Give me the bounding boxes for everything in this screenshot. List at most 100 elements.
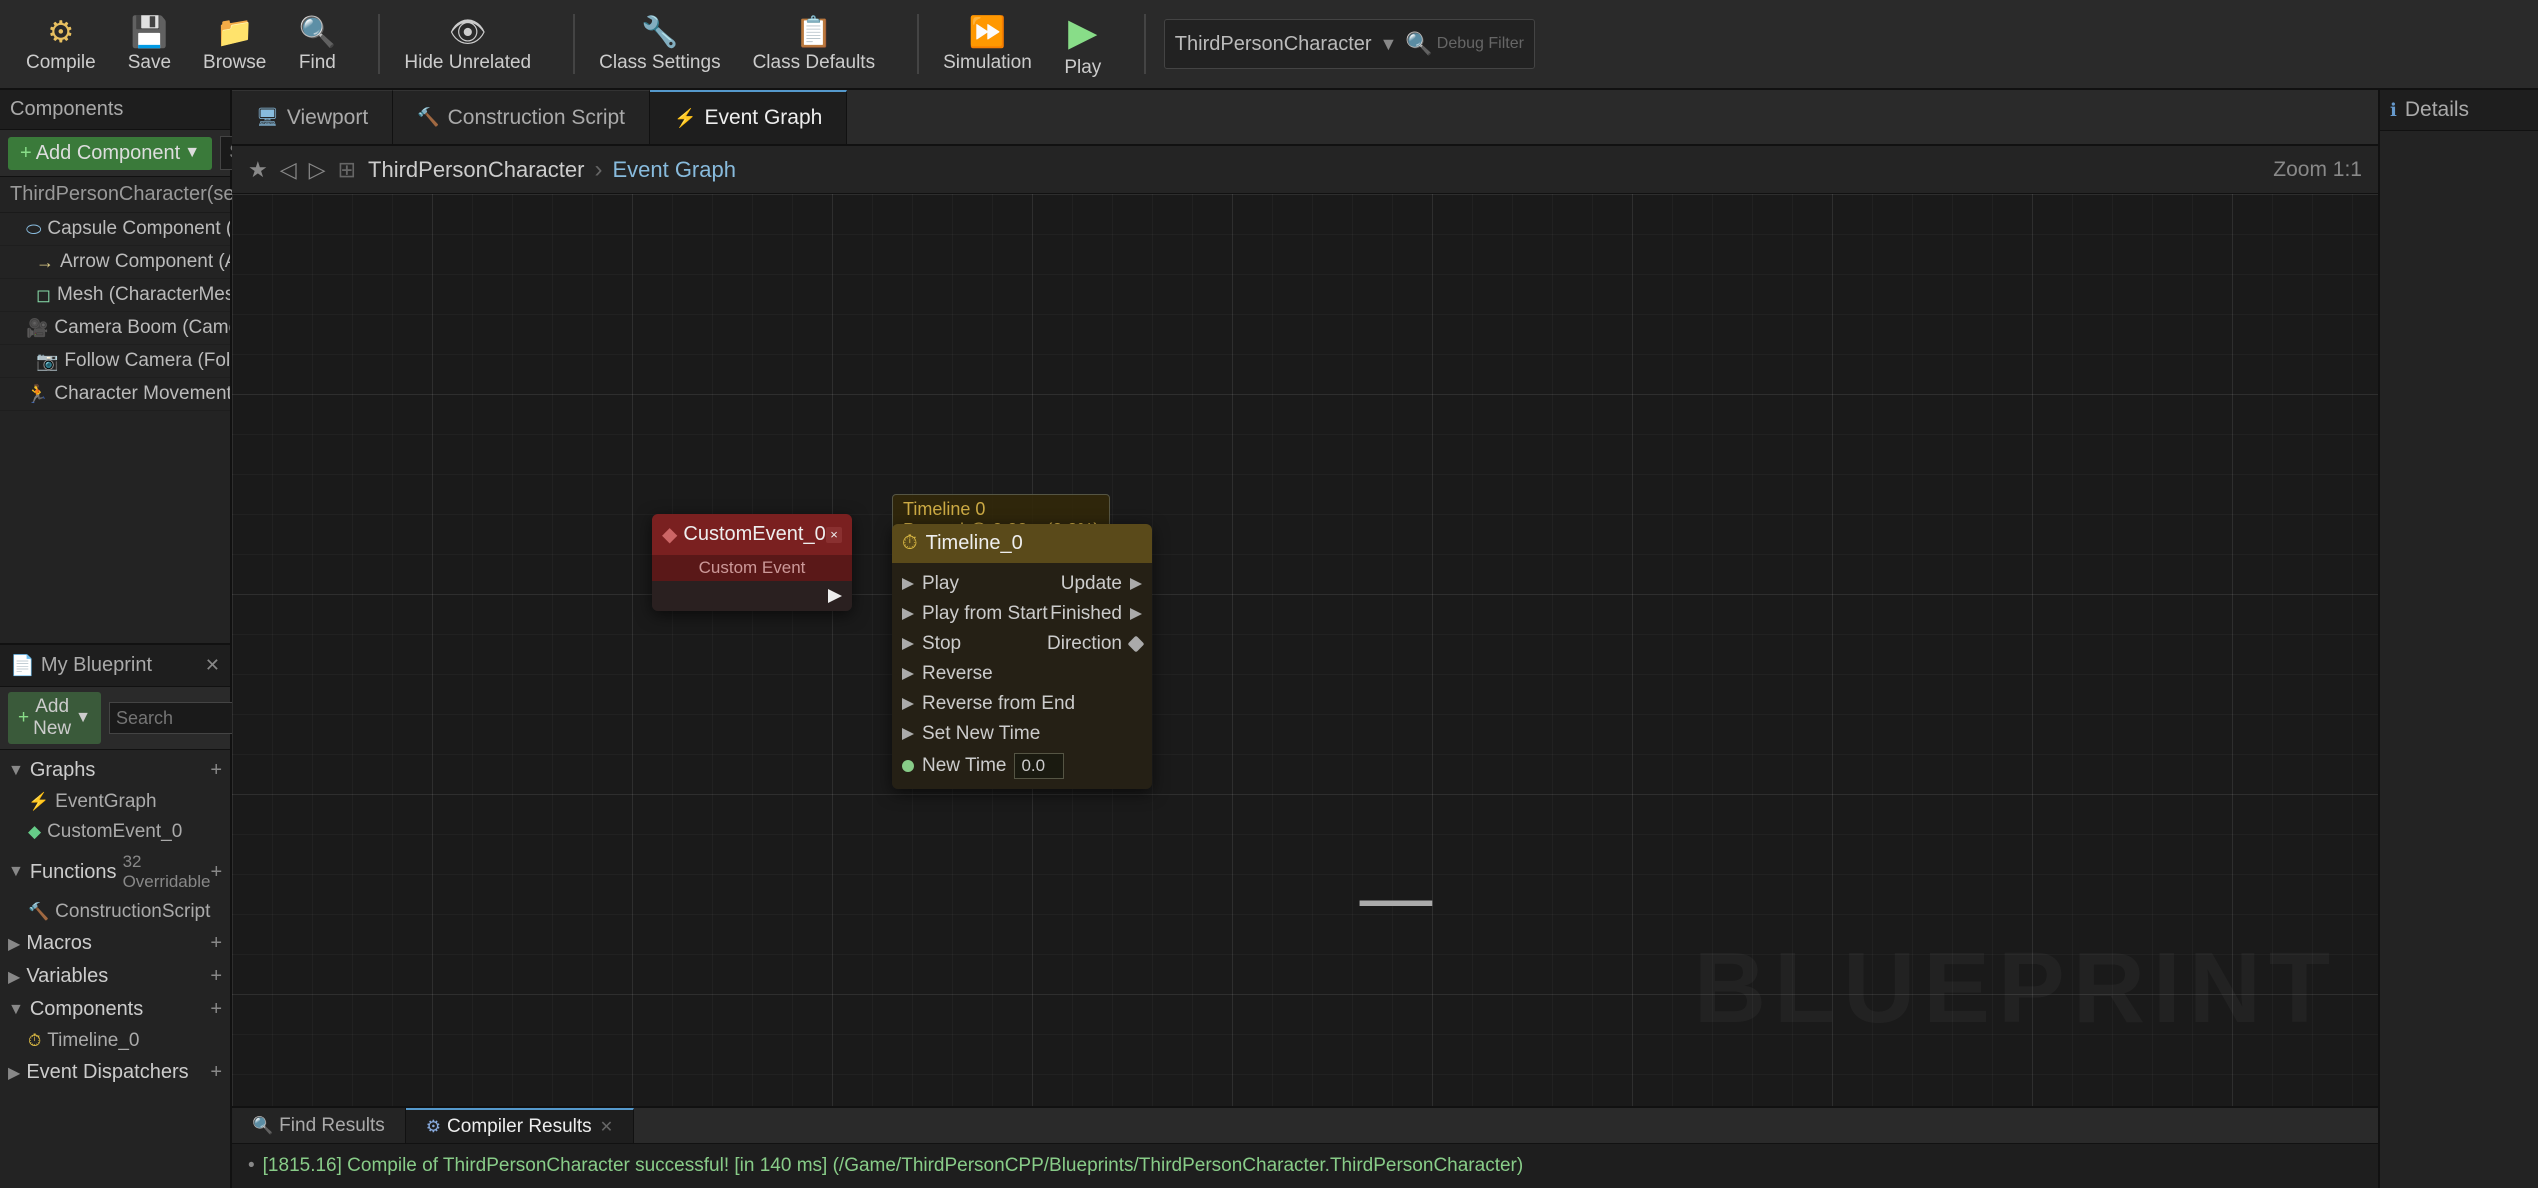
timeline-node[interactable]: ⏱ Timeline_0 Play Update [892, 524, 1152, 789]
tab-find-results[interactable]: 🔍 Find Results [232, 1108, 406, 1143]
browse-button[interactable]: 📁 Browse [187, 9, 282, 80]
custom-event-close-button[interactable]: × [826, 527, 842, 543]
component-item-follow-camera[interactable]: 📷 Follow Camera (FollowCamera) (Inherite… [0, 345, 230, 378]
bp-graphs-arrow-icon: ▼ [8, 762, 24, 780]
class-settings-label: Class Settings [599, 52, 720, 74]
bp-components-add-button[interactable]: + [210, 998, 222, 1021]
browse-label: Browse [203, 52, 266, 74]
my-blueprint-title-group: 📄 My Blueprint [10, 653, 152, 678]
bp-section-event-dispatchers[interactable]: ▶ Event Dispatchers + [0, 1056, 230, 1089]
bp-section-variables[interactable]: ▶ Variables + [0, 960, 230, 993]
timeline-row-new-time: New Time [892, 749, 1152, 783]
bp-item-timeline-0[interactable]: ⏱ Timeline_0 [0, 1026, 230, 1056]
arrow-icon: → [36, 252, 54, 273]
compiler-results-tab-label: Compiler Results [447, 1116, 592, 1138]
main-area: Components + Add Component ▼ 🔍 ThirdPers… [0, 90, 2538, 1188]
bp-item-custom-event[interactable]: ◆ CustomEvent_0 [0, 817, 230, 847]
timeline-icon: ⏱ [28, 1031, 41, 1051]
bp-item-event-graph[interactable]: ⚡ EventGraph [0, 787, 230, 817]
class-settings-button[interactable]: 🔧 Class Settings [583, 9, 736, 80]
custom-event-header-icon: ◆ [662, 522, 677, 547]
bp-dispatchers-label: Event Dispatchers [26, 1061, 188, 1084]
component-label-capsule: Capsule Component (CollisionCylinder) (I… [47, 218, 230, 240]
play-button[interactable]: ▶ Play [1048, 4, 1118, 85]
my-blueprint-toolbar: + Add New ▼ 🔍 👁 ⚙ [0, 687, 230, 750]
bp-section-functions[interactable]: ▼ Functions 32 Overridable + [0, 847, 230, 897]
component-item-char-movement[interactable]: 🏃 Character Movement (CharMoveComp) (Inh… [0, 378, 230, 411]
timeline-newtime-input[interactable] [1014, 753, 1064, 779]
bp-item-construction-script[interactable]: 🔨 ConstructionScript [0, 897, 230, 927]
timeline-node-header: ⏱ Timeline_0 [892, 524, 1152, 563]
bp-graphs-label: Graphs [30, 759, 96, 782]
add-new-button[interactable]: + Add New ▼ [8, 692, 101, 744]
bp-item-event-graph-label: EventGraph [55, 791, 156, 813]
timeline-setnewtime-left: Set New Time [902, 723, 1040, 745]
tab-bar: 🖥 Viewport 🔨 Construction Script ⚡ Event… [232, 90, 2378, 146]
breadcrumb-class[interactable]: ThirdPersonCharacter [368, 157, 584, 183]
compile-label: Compile [26, 52, 96, 74]
breadcrumb-graph[interactable]: Event Graph [612, 157, 736, 183]
find-button[interactable]: 🔍 Find [282, 9, 352, 80]
breadcrumb-back-icon[interactable]: ◁ [280, 157, 297, 183]
my-blueprint-close-button[interactable]: ✕ [205, 655, 220, 676]
component-item-mesh[interactable]: ◻ Mesh (CharacterMesh0) (Inherited) [0, 279, 230, 312]
timeline-setnewtime-label: Set New Time [922, 723, 1040, 745]
simulation-button[interactable]: ⏩ Simulation [927, 9, 1048, 80]
timeline-playfromstart-label: Play from Start [922, 603, 1048, 625]
bp-macros-label: Macros [26, 932, 92, 955]
timeline-row-reverse-from-end: Reverse from End [892, 689, 1152, 719]
tab-construction-script[interactable]: 🔨 Construction Script [393, 90, 650, 144]
tab-compiler-results[interactable]: ⚙ Compiler Results ✕ [406, 1108, 634, 1143]
bp-variables-add-button[interactable]: + [210, 965, 222, 988]
debug-search-icon[interactable]: 🔍 [1405, 31, 1432, 57]
event-graph-tab-icon: ⚡ [674, 108, 696, 129]
component-item-arrow[interactable]: → Arrow Component (Arrow) (Inherited) [0, 246, 230, 279]
timeline-row-play: Play Update [892, 569, 1152, 599]
save-button[interactable]: 💾 Save [112, 9, 187, 80]
right-panel: ℹ Details [2378, 90, 2538, 1188]
find-icon: 🔍 [299, 15, 336, 50]
bp-section-macros[interactable]: ▶ Macros + [0, 927, 230, 960]
timeline-clock-icon: ⏱ [902, 532, 918, 555]
tab-viewport[interactable]: 🖥 Viewport [232, 90, 393, 144]
class-defaults-button[interactable]: 📋 Class Defaults [737, 9, 892, 80]
add-component-label: Add Component [36, 142, 181, 165]
custom-event-node[interactable]: ◆ CustomEvent_0 × Custom Event [652, 514, 852, 611]
breadcrumb-forward-icon[interactable]: ▷ [309, 157, 326, 183]
tab-event-graph[interactable]: ⚡ Event Graph [650, 90, 847, 144]
bp-components-tree-label: Components [30, 998, 143, 1021]
add-component-button[interactable]: + Add Component ▼ [8, 137, 212, 170]
bp-variables-label: Variables [26, 965, 108, 988]
bp-item-construction-label: ConstructionScript [55, 901, 210, 923]
compile-button[interactable]: ⚙ Compile [10, 9, 112, 80]
component-item-camera-boom[interactable]: 🎥 Camera Boom (CameraBoom) (Inherited) [0, 312, 230, 345]
bp-graphs-add-button[interactable]: + [210, 759, 222, 782]
play-icon: ▶ [1068, 10, 1097, 55]
breadcrumb-separator: › [594, 156, 602, 184]
component-item-capsule[interactable]: ⬭ Capsule Component (CollisionCylinder) … [0, 213, 230, 246]
log-message: [1815.16] Compile of ThirdPersonCharacte… [263, 1155, 1524, 1177]
hide-unrelated-button[interactable]: 👁 Hide Unrelated [388, 9, 547, 80]
timeline-update-right: Update [1061, 573, 1142, 595]
timeline-node-body: Play Update Play from Start [892, 563, 1152, 789]
top-toolbar: ⚙ Compile 💾 Save 📁 Browse 🔍 Find 👁 Hide … [0, 0, 2538, 90]
mesh-icon: ◻ [36, 285, 51, 306]
add-component-bar: + Add Component ▼ 🔍 [0, 130, 230, 177]
timeline-reversefromend-label: Reverse from End [922, 693, 1075, 715]
breadcrumb-star-icon[interactable]: ★ [248, 157, 268, 183]
bp-functions-add-button[interactable]: + [210, 861, 222, 884]
toolbar-separator-4 [1144, 14, 1146, 74]
bp-section-components[interactable]: ▼ Components + [0, 993, 230, 1026]
timeline-play-left: Play [902, 573, 959, 595]
viewport-tab-icon: 🖥 [256, 107, 279, 128]
blueprint-canvas[interactable]: ◆ CustomEvent_0 × Custom Event Timeline … [232, 194, 2378, 1106]
bp-section-graphs[interactable]: ▼ Graphs + [0, 754, 230, 787]
timeline-reverse-label: Reverse [922, 663, 993, 685]
timeline-direction-out-pin [1128, 636, 1145, 653]
compiler-results-close-icon[interactable]: ✕ [600, 1117, 613, 1137]
bp-dispatchers-add-button[interactable]: + [210, 1061, 222, 1084]
bp-macros-add-button[interactable]: + [210, 932, 222, 955]
timeline-play-label: Play [922, 573, 959, 595]
timeline-row-stop: Stop Direction [892, 629, 1152, 659]
class-defaults-label: Class Defaults [753, 52, 876, 74]
